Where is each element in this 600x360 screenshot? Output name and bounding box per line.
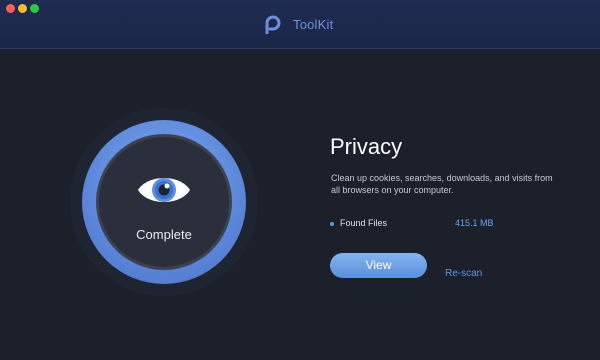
found-files-row: Found Files 415.1 MB <box>330 218 500 232</box>
bullet-icon <box>330 222 334 226</box>
category-description: Clean up cookies, searches, downloads, a… <box>331 173 553 195</box>
toolkit-logo-icon <box>263 14 281 34</box>
close-window-button[interactable] <box>6 4 15 13</box>
app-name: ToolKit <box>293 16 334 32</box>
app-window: ToolKit Complete Privacy Clean up cookie… <box>0 0 600 360</box>
title-bar: ToolKit <box>0 0 600 49</box>
scan-progress-ring: Complete <box>70 108 258 296</box>
minimize-window-button[interactable] <box>18 4 27 13</box>
eye-icon <box>136 170 192 215</box>
rescan-link[interactable]: Re-scan <box>445 268 482 279</box>
zoom-window-button[interactable] <box>30 4 39 13</box>
found-files-label: Found Files <box>340 218 388 228</box>
found-files-size: 415.1 MB <box>455 218 494 228</box>
view-button[interactable]: View <box>330 253 427 278</box>
app-brand: ToolKit <box>263 13 333 35</box>
category-title: Privacy <box>330 134 403 159</box>
scan-status-label: Complete <box>136 227 192 242</box>
